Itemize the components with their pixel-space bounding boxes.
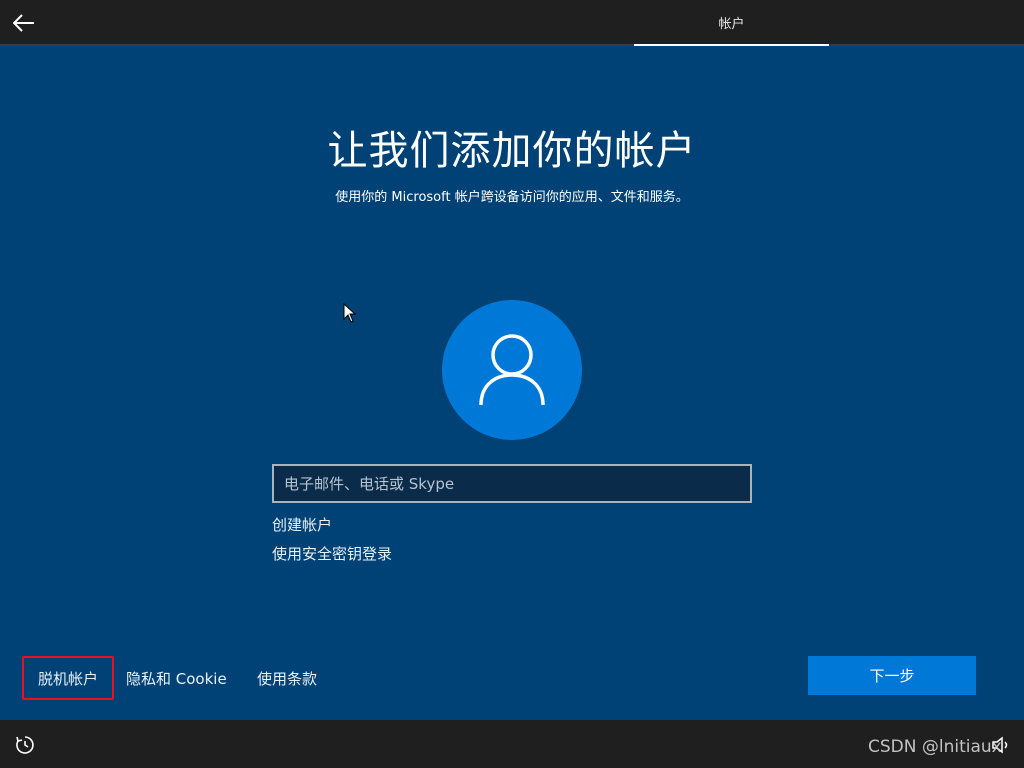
top-bar: 帐户 xyxy=(0,0,1024,46)
offline-account-link[interactable]: 脱机帐户 xyxy=(22,656,114,700)
mouse-pointer-icon xyxy=(343,303,357,323)
next-button[interactable]: 下一步 xyxy=(808,656,976,695)
page-subtitle: 使用你的 Microsoft 帐户跨设备访问你的应用、文件和服务。 xyxy=(335,190,689,205)
page-title: 让我们添加你的帐户 xyxy=(327,128,697,174)
terms-of-use-link[interactable]: 使用条款 xyxy=(257,668,317,689)
privacy-cookie-link[interactable]: 隐私和 Cookie xyxy=(126,668,227,689)
arrow-left-icon xyxy=(13,14,34,32)
ease-of-access-icon xyxy=(16,736,34,754)
oobe-screen: 帐户 让我们添加你的帐户 使用你的 Microsoft 帐户跨设备访问你的应用、… xyxy=(0,0,1024,768)
create-account-link[interactable]: 创建帐户 xyxy=(272,514,332,535)
tab-account: 帐户 xyxy=(634,0,829,46)
avatar xyxy=(442,300,582,440)
email-input[interactable] xyxy=(272,464,752,503)
user-icon xyxy=(479,334,545,406)
offline-account-label: 脱机帐户 xyxy=(37,669,98,688)
ease-of-access-button[interactable] xyxy=(14,734,36,756)
back-button[interactable] xyxy=(8,8,40,38)
watermark-text: CSDN @lnitiaux xyxy=(868,737,1002,757)
security-key-signin-link[interactable]: 使用安全密钥登录 xyxy=(272,543,392,564)
tab-account-label: 帐户 xyxy=(718,16,745,32)
